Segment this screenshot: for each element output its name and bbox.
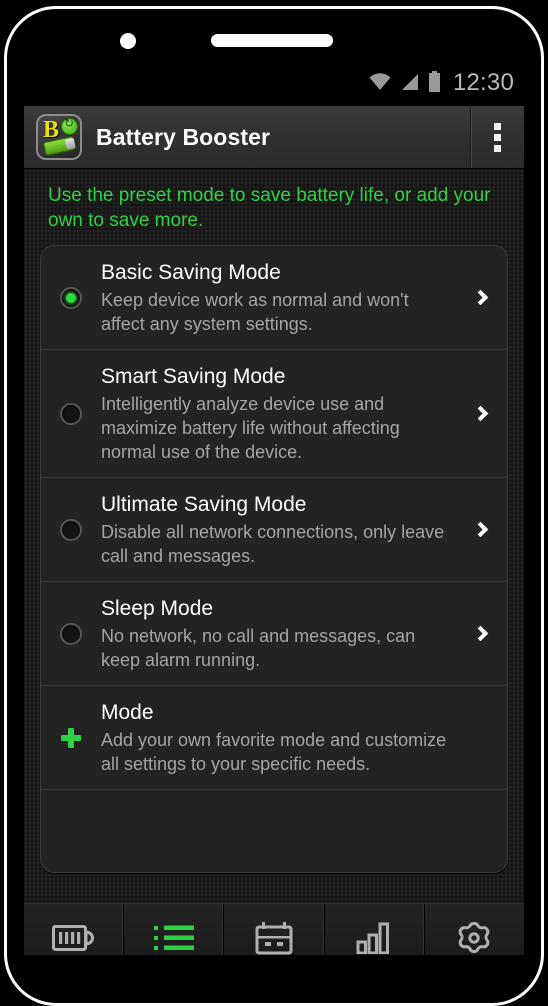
mode-description: No network, no call and messages, can ke… [101, 626, 416, 670]
radio-button-smart-saving[interactable] [60, 402, 82, 425]
chevron-right-icon[interactable] [472, 289, 488, 306]
mode-title: Basic Saving Mode [101, 261, 281, 284]
mode-radio-cell[interactable] [41, 518, 101, 541]
mode-radio-cell[interactable] [41, 622, 101, 645]
battery-icon [428, 71, 441, 97]
mode-description: Disable all network connections, only le… [101, 522, 445, 566]
front-camera-icon [120, 33, 136, 49]
mode-list-item-smart-saving[interactable]: Smart Saving Mode Intelligently analyze … [41, 350, 507, 478]
tab-settings[interactable]: Settings [424, 904, 524, 956]
tab-graph[interactable]: Graph [224, 904, 325, 956]
status-bar-clock: 12:30 [452, 69, 514, 96]
mode-chevron-cell[interactable] [463, 625, 497, 642]
chevron-right-icon[interactable] [472, 625, 488, 642]
mode-radio-cell[interactable] [41, 402, 101, 425]
mode-chevron-cell[interactable] [463, 405, 497, 422]
earpiece-speaker [211, 34, 333, 47]
mode-chevron-cell[interactable] [463, 521, 497, 538]
calendar-icon [255, 919, 293, 956]
overflow-menu-icon[interactable] [494, 122, 501, 152]
mode-text-block: Mode Add your own favorite mode and cust… [101, 699, 463, 776]
mode-add-cell[interactable] [41, 727, 101, 749]
mode-list-item-add-custom[interactable]: Mode Add your own favorite mode and cust… [41, 686, 507, 790]
mode-title: Mode [101, 701, 154, 724]
plus-icon[interactable] [60, 727, 82, 749]
bar-chart-icon [356, 919, 392, 956]
mode-text-block: Basic Saving Mode Keep device work as no… [101, 259, 463, 336]
app-icon-refresh-badge [61, 116, 78, 135]
wifi-icon [369, 72, 391, 96]
mode-chevron-cell[interactable] [463, 289, 497, 306]
mode-text-block: Smart Saving Mode Intelligently analyze … [101, 363, 463, 464]
battery-icon [51, 919, 96, 956]
tab-battery-info[interactable]: Battery Info [24, 904, 125, 956]
mode-list-item-basic-saving[interactable]: Basic Saving Mode Keep device work as no… [41, 246, 507, 350]
mode-text-block: Ultimate Saving Mode Disable all network… [101, 491, 463, 568]
tab-monitor[interactable]: Monitor [324, 904, 425, 956]
mode-description: Keep device work as normal and won't aff… [101, 290, 409, 334]
mode-description: Intelligently analyze device use and max… [101, 394, 400, 462]
mode-text-block: Sleep Mode No network, no call and messa… [101, 595, 463, 672]
phone-screen: 12:30 B Battery Booster Use the preset m… [24, 62, 524, 955]
mode-list-card: Basic Saving Mode Keep device work as no… [40, 245, 508, 873]
page-title: Battery Booster [96, 123, 271, 150]
mode-list-item-ultimate-saving[interactable]: Ultimate Saving Mode Disable all network… [41, 478, 507, 582]
mode-title: Sleep Mode [101, 597, 214, 620]
battery-booster-app-icon: B [36, 114, 82, 160]
gear-icon [456, 919, 492, 956]
radio-button-ultimate-saving[interactable] [60, 518, 82, 541]
list-icon [152, 919, 196, 956]
cellular-signal-icon [400, 73, 419, 96]
phone-frame: 12:30 B Battery Booster Use the preset m… [0, 0, 548, 1006]
radio-button-sleep[interactable] [60, 622, 82, 645]
chevron-right-icon[interactable] [472, 521, 488, 538]
bottom-tab-bar: Battery Info Mode [24, 903, 524, 955]
radio-button-basic-saving[interactable] [60, 286, 82, 309]
mode-description: Add your own favorite mode and customize… [101, 730, 447, 774]
mode-list-item-sleep[interactable]: Sleep Mode No network, no call and messa… [41, 582, 507, 686]
mode-title: Smart Saving Mode [101, 365, 286, 388]
tab-mode[interactable]: Mode [124, 904, 225, 956]
action-bar: B Battery Booster [24, 106, 524, 169]
content-area: Use the preset mode to save battery life… [24, 169, 524, 903]
mode-title: Ultimate Saving Mode [101, 493, 307, 516]
hint-text: Use the preset mode to save battery life… [48, 185, 491, 231]
overflow-menu-button[interactable] [470, 106, 524, 168]
chevron-right-icon[interactable] [472, 405, 488, 422]
mode-radio-cell[interactable] [41, 286, 101, 309]
status-bar: 12:30 [24, 62, 524, 106]
